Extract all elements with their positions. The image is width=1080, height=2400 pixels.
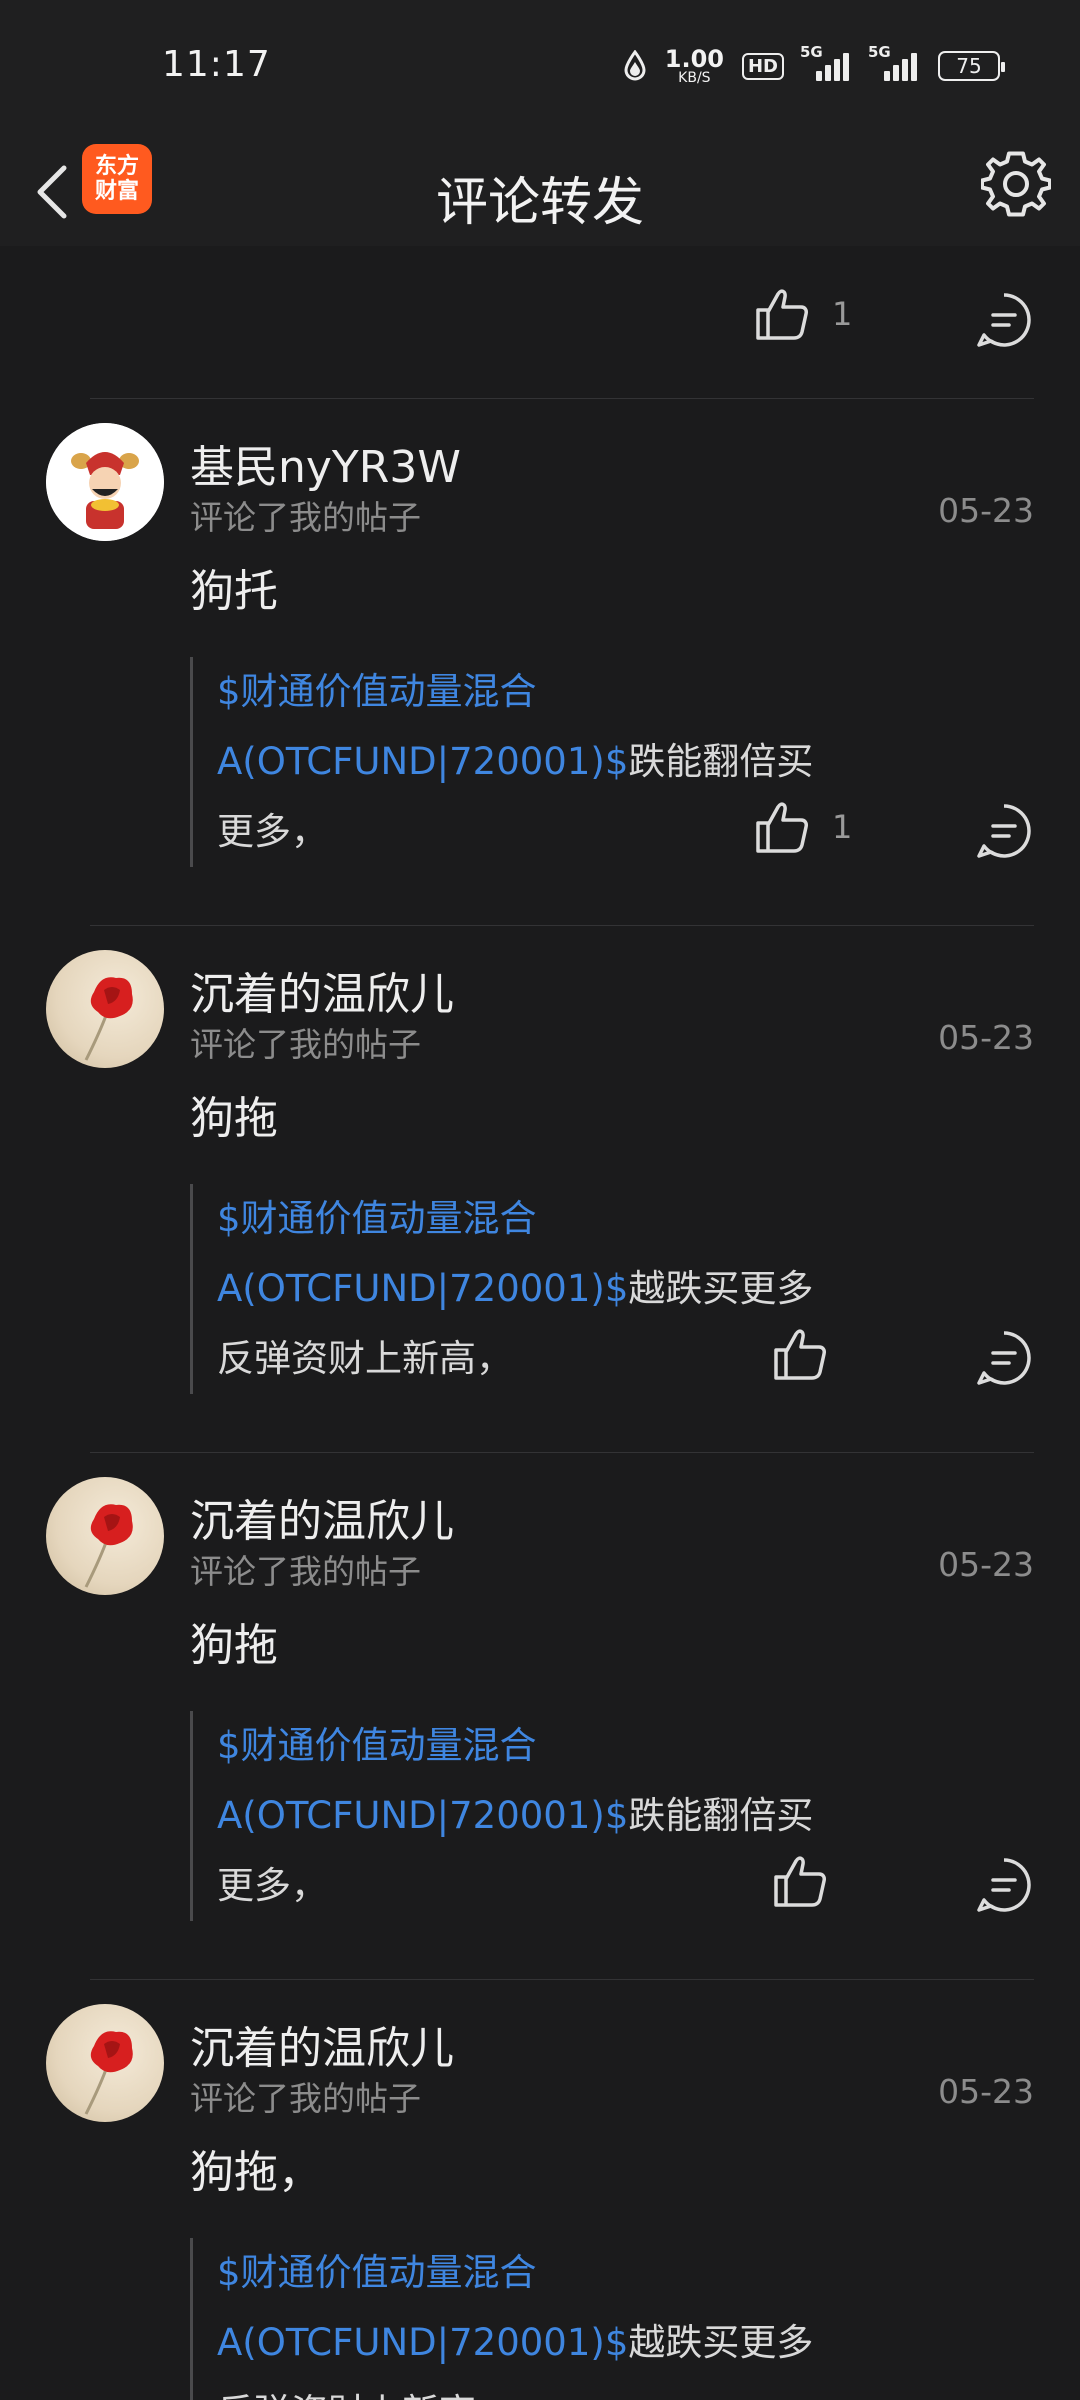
app-header: 东方 财富 评论转发 xyxy=(0,138,1080,246)
comment-text: 狗托 xyxy=(190,566,278,617)
comment-text: 狗拖 xyxy=(190,1620,278,1671)
username[interactable]: 沉着的温欣儿 xyxy=(190,958,454,1022)
battery-icon: 75 xyxy=(938,51,1005,81)
timestamp: 05-23 xyxy=(938,2072,1034,2111)
thumbs-up-icon xyxy=(774,1329,826,1380)
list-item[interactable]: 沉着的温欣儿 评论了我的帖子 05-23 狗拖 $财通价值动量混合A(OTCFU… xyxy=(0,1453,1080,1979)
timestamp: 05-23 xyxy=(938,1018,1034,1057)
like-count: 1 xyxy=(832,295,853,333)
status-time: 11:17 xyxy=(162,44,271,85)
quoted-post[interactable]: $财通价值动量混合A(OTCFUND|720001)$跌能翻倍买更多， xyxy=(190,1711,840,1921)
action-text: 评论了我的帖子 xyxy=(190,1552,421,1591)
comment-text: 狗拖， xyxy=(190,2147,322,2198)
avatar-red-flower-icon xyxy=(84,1504,133,1588)
page-title: 评论转发 xyxy=(435,173,644,233)
hd-voice-icon: HD xyxy=(741,52,784,80)
status-bar: 11:17 1.00 KB/S HD 5G 5G 75 xyxy=(0,0,1080,138)
avatar[interactable] xyxy=(46,2004,164,2122)
fund-link[interactable]: $财通价值动量混合A(OTCFUND|720001)$ xyxy=(217,2251,628,2364)
comment-reply-icon[interactable] xyxy=(974,801,1034,861)
action-text: 评论了我的帖子 xyxy=(190,1025,421,1064)
signal-strength-icon: 5G xyxy=(868,43,920,81)
like-button[interactable] xyxy=(772,1853,828,1909)
fund-link[interactable]: $财通价值动量混合A(OTCFUND|720001)$ xyxy=(217,1197,628,1310)
username[interactable]: 沉着的温欣儿 xyxy=(190,1485,454,1549)
avatar-red-flower-icon xyxy=(84,2031,133,2115)
timestamp: 05-23 xyxy=(938,491,1034,530)
comment-text: 狗拖 xyxy=(190,1093,278,1144)
username[interactable]: 沉着的温欣儿 xyxy=(190,2012,454,2076)
fund-link[interactable]: $财通价值动量混合A(OTCFUND|720001)$ xyxy=(217,1724,628,1837)
water-drop-icon xyxy=(624,50,646,81)
fund-link[interactable]: $财通价值动量混合A(OTCFUND|720001)$ xyxy=(217,670,628,783)
gear-icon xyxy=(981,151,1051,217)
quoted-post[interactable]: $财通价值动量混合A(OTCFUND|720001)$越跌买更多反弹资财上新高， xyxy=(190,1184,840,1394)
like-count: 1 xyxy=(832,808,853,846)
thumbs-up-icon xyxy=(756,289,808,340)
list-item[interactable]: 基民nyYR3W 评论了我的帖子 05-23 狗托 $财通价值动量混合A(OTC… xyxy=(0,399,1080,925)
screen: 11:17 1.00 KB/S HD 5G 5G 75 东方 财富 评论转发 1… xyxy=(0,0,1080,2400)
like-button[interactable]: 1 xyxy=(754,286,852,342)
list-item[interactable]: 沉着的温欣儿 评论了我的帖子 05-23 狗拖， $财通价值动量混合A(OTCF… xyxy=(0,1980,1080,2400)
avatar[interactable] xyxy=(46,1477,164,1595)
signal-strength-icon: 5G xyxy=(800,43,852,81)
signal1-label: 5G xyxy=(800,43,823,61)
quoted-post[interactable]: $财通价值动量混合A(OTCFUND|720001)$跌能翻倍买更多， xyxy=(190,657,840,867)
net-speed: 1.00 KB/S xyxy=(665,47,724,85)
net-speed-unit: KB/S xyxy=(678,70,711,86)
quoted-post[interactable]: $财通价值动量混合A(OTCFUND|720001)$越跌买更多反弹资财上新高， xyxy=(190,2238,840,2400)
list-item: 1 xyxy=(0,246,1080,398)
thumbs-up-icon xyxy=(756,802,808,853)
comment-reply-icon[interactable] xyxy=(974,1855,1034,1915)
list-item[interactable]: 沉着的温欣儿 评论了我的帖子 05-23 狗拖 $财通价值动量混合A(OTCFU… xyxy=(0,926,1080,1452)
like-button[interactable]: 1 xyxy=(754,799,852,855)
avatar[interactable] xyxy=(46,423,164,541)
thumbs-up-icon xyxy=(774,1856,826,1907)
action-text: 评论了我的帖子 xyxy=(190,498,421,537)
net-speed-value: 1.00 xyxy=(664,45,724,73)
settings-button[interactable] xyxy=(978,146,1054,222)
avatar-red-flower-icon xyxy=(84,977,133,1061)
action-text: 评论了我的帖子 xyxy=(190,2079,421,2118)
signal2-label: 5G xyxy=(868,43,891,61)
like-button[interactable] xyxy=(772,1326,828,1382)
comment-feed: 1 基民nyYR3W 评论了我的帖子 05-23 狗托 $财通价值动量混合A(O… xyxy=(0,246,1080,2400)
timestamp: 05-23 xyxy=(938,1545,1034,1584)
status-icons: 1.00 KB/S HD 5G 5G 75 xyxy=(623,43,1005,86)
avatar[interactable] xyxy=(46,950,164,1068)
username[interactable]: 基民nyYR3W xyxy=(190,431,461,495)
avatar-fortune-god-icon xyxy=(46,423,164,541)
comment-reply-icon[interactable] xyxy=(974,290,1034,350)
comment-reply-icon[interactable] xyxy=(974,1328,1034,1388)
